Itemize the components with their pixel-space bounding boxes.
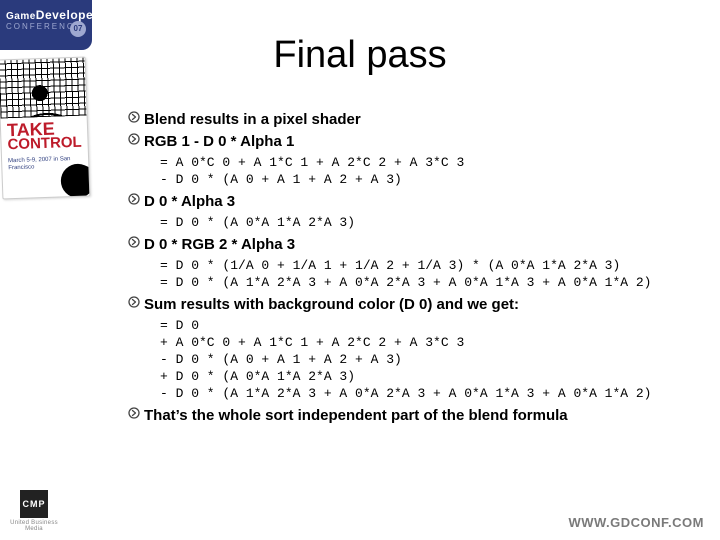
bullet-icon <box>124 132 144 148</box>
bullet-code: = A 0*C 0 + A 1*C 1 + A 2*C 2 + A 3*C 3 … <box>124 154 690 188</box>
bullet-row: RGB 1 - D 0 * Alpha 1 <box>124 132 690 152</box>
bullet-text: Sum results with background color (D 0) … <box>144 295 519 315</box>
bullet-row: That’s the whole sort independent part o… <box>124 406 690 426</box>
slide-content: Blend results in a pixel shaderRGB 1 - D… <box>124 110 690 428</box>
bullet-icon <box>124 295 144 311</box>
bullet-code: = D 0 * (A 0*A 1*A 2*A 3) <box>124 214 690 231</box>
bullet-code: = D 0 + A 0*C 0 + A 1*C 1 + A 2*C 2 + A … <box>124 317 690 402</box>
take-control-card: TAKE CONTROL March 5-9, 2007 in San Fran… <box>0 57 90 200</box>
cmp-sublabel: United Business Media <box>6 520 62 532</box>
cmp-logo: CMP <box>20 490 48 518</box>
gdc-logo-line1: GameDevelopers <box>0 0 92 22</box>
bullet-row: D 0 * RGB 2 * Alpha 3 <box>124 235 690 255</box>
bullet-icon <box>124 235 144 251</box>
bullet-text: Blend results in a pixel shader <box>144 110 361 130</box>
bullet-icon <box>124 192 144 208</box>
brand-rail: GameDevelopers CONFERENCE 07 TAKE CONTRO… <box>0 0 92 540</box>
bullet-code: = D 0 * (1/A 0 + 1/A 1 + 1/A 2 + 1/A 3) … <box>124 257 690 291</box>
bullet-row: Sum results with background color (D 0) … <box>124 295 690 315</box>
bullet-text: That’s the whole sort independent part o… <box>144 406 568 426</box>
slide-title: Final pass <box>0 34 720 77</box>
bullet-icon <box>124 110 144 126</box>
footer-url: WWW.GDCONF.COM <box>568 515 704 530</box>
slide: GameDevelopers CONFERENCE 07 TAKE CONTRO… <box>0 0 720 540</box>
bullet-text: RGB 1 - D 0 * Alpha 1 <box>144 132 294 152</box>
bullet-icon <box>124 406 144 422</box>
bullet-row: Blend results in a pixel shader <box>124 110 690 130</box>
bullet-text: D 0 * Alpha 3 <box>144 192 235 212</box>
bullet-text: D 0 * RGB 2 * Alpha 3 <box>144 235 295 255</box>
cmp-badge: CMP United Business Media <box>6 490 62 532</box>
bullet-row: D 0 * Alpha 3 <box>124 192 690 212</box>
